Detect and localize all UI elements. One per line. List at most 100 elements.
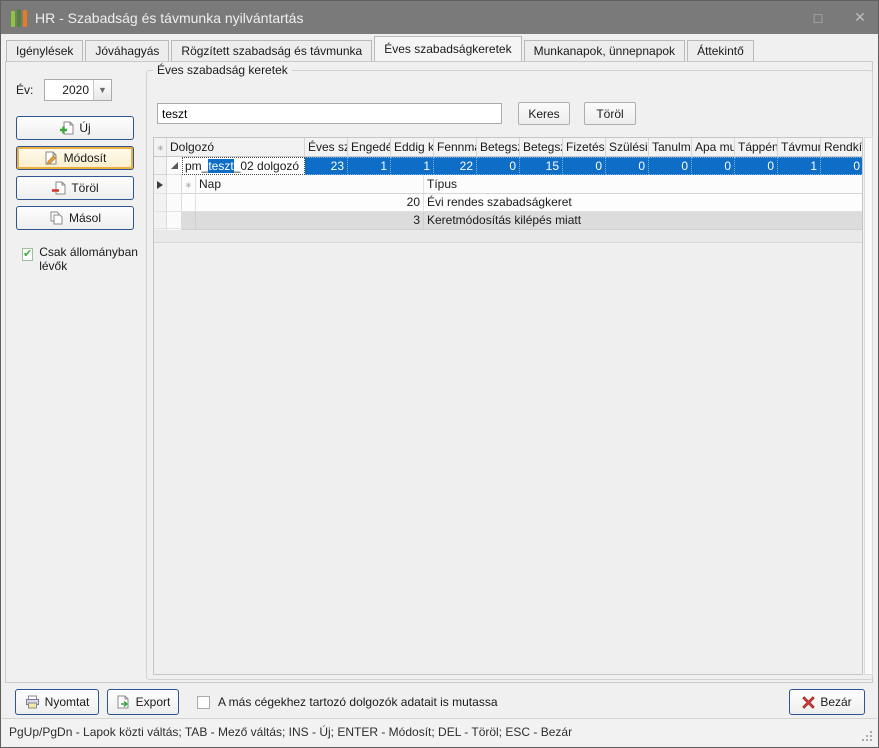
close-button[interactable]: Bezár [789, 689, 865, 715]
copy-pages-icon [49, 211, 64, 225]
maximize-icon[interactable]: □ [808, 10, 828, 26]
tab-rogzitett-szabadsag[interactable]: Rögzített szabadság és távmunka [171, 40, 372, 61]
title-bar: HR - Szabadság és távmunka nyilvántartás… [1, 1, 878, 34]
value-cell[interactable]: 23 [305, 157, 348, 175]
detail-nap-cell[interactable]: 3 [196, 212, 424, 230]
detail-header-row: ✳ Nap Típus [182, 175, 863, 194]
export-icon [116, 695, 131, 709]
column-header[interactable]: Rendkív [821, 138, 863, 157]
chevron-down-icon[interactable]: ▼ [93, 80, 111, 100]
grid-header-row: ✳ Dolgozó Éves sza Engedél Eddig kiv Fen… [154, 138, 863, 157]
other-companies-checkbox-row: A más cégekhez tartozó dolgozók adatait … [197, 695, 498, 709]
column-header[interactable]: Fizetés n [563, 138, 606, 157]
column-header-dolgozo[interactable]: Dolgozó [167, 138, 305, 157]
only-active-checkbox[interactable]: ✔ [22, 248, 33, 261]
value-cell[interactable]: 0 [649, 157, 692, 175]
employee-name-cell[interactable]: pm_teszt_02 dolgozó [182, 157, 305, 175]
name-prefix: pm_ [185, 159, 208, 173]
column-header[interactable]: Tanulmá [649, 138, 692, 157]
tab-eves-szabadsagkeretek[interactable]: Éves szabadságkeretek [374, 36, 521, 61]
detail-tipus-cell[interactable]: Évi rendes szabadságkeret [424, 194, 863, 212]
copy-button-label: Másol [69, 211, 101, 225]
column-header[interactable]: Távmunk [778, 138, 821, 157]
name-suffix: _02 dolgozó [234, 159, 299, 173]
column-header[interactable]: Apa mur [692, 138, 735, 157]
value-cell[interactable]: 1 [348, 157, 391, 175]
only-active-checkbox-label: Csak állományban lévők [39, 245, 140, 273]
close-button-label: Bezár [820, 695, 851, 709]
delete-page-icon [51, 181, 66, 195]
year-row: Év: 2020 ▼ [16, 79, 112, 101]
modify-button[interactable]: Módosít [16, 146, 134, 170]
only-active-checkbox-row: ✔ Csak állományban lévők [22, 245, 140, 273]
copy-button[interactable]: Másol [16, 206, 134, 230]
tab-attekinto[interactable]: Áttekintő [687, 40, 754, 61]
column-header[interactable]: Szülési s [606, 138, 649, 157]
other-companies-checkbox[interactable] [197, 696, 210, 709]
year-value: 2020 [45, 83, 93, 97]
export-button-label: Export [136, 695, 171, 709]
status-text: PgUp/PgDn - Lapok közti váltás; TAB - Me… [9, 725, 572, 739]
value-cell[interactable]: 0 [563, 157, 606, 175]
column-header[interactable]: Betegsz [477, 138, 520, 157]
detail-column-tipus[interactable]: Típus [424, 175, 863, 194]
search-button[interactable]: Keres [518, 102, 570, 125]
value-cell[interactable]: 0 [692, 157, 735, 175]
column-header[interactable]: Eddig kiv [391, 138, 434, 157]
print-button[interactable]: Nyomtat [15, 689, 99, 715]
expand-strip [167, 175, 182, 230]
column-header[interactable]: Fennma [434, 138, 477, 157]
year-label: Év: [16, 83, 44, 97]
detail-nap-cell[interactable]: 20 [196, 194, 424, 212]
print-button-label: Nyomtat [45, 695, 90, 709]
collapse-detail-button[interactable] [167, 157, 182, 175]
tab-page: Év: 2020 ▼ Új Módosít [5, 61, 873, 683]
resize-grip[interactable] [860, 729, 872, 741]
detail-row[interactable]: 20 Évi rendes szabadságkeret [182, 194, 863, 212]
column-header[interactable]: Betegsza [520, 138, 563, 157]
value-cell[interactable]: 0 [821, 157, 863, 175]
value-cell[interactable]: 1 [391, 157, 434, 175]
row-indicator-cell [154, 157, 167, 175]
new-button-label: Új [79, 121, 90, 135]
leave-grid[interactable]: ✳ Dolgozó Éves sza Engedél Eddig kiv Fen… [153, 137, 863, 675]
printer-icon [25, 695, 40, 709]
grid-vertical-scrollbar[interactable] [864, 137, 873, 675]
value-cell[interactable]: 1 [778, 157, 821, 175]
tab-munkanapok[interactable]: Munkanapok, ünnepnapok [524, 40, 685, 61]
detail-row[interactable]: 3 Keretmódosítás kilépés miatt [182, 212, 863, 230]
app-icon [11, 9, 27, 27]
delete-button[interactable]: Töröl [16, 176, 134, 200]
app-window: HR - Szabadság és távmunka nyilvántartás… [0, 0, 879, 748]
column-header[interactable]: Engedél [348, 138, 391, 157]
value-cell[interactable]: 15 [520, 157, 563, 175]
year-combobox[interactable]: 2020 ▼ [44, 79, 112, 101]
search-input[interactable] [157, 103, 502, 124]
expanded-triangle-icon [171, 162, 178, 169]
new-button[interactable]: Új [16, 116, 134, 140]
close-icon[interactable]: ✕ [850, 9, 870, 26]
detail-row-indicator [182, 194, 196, 212]
status-bar: PgUp/PgDn - Lapok közti váltás; TAB - Me… [2, 718, 877, 745]
red-x-icon [802, 696, 815, 709]
clear-search-button[interactable]: Töröl [584, 102, 636, 125]
annual-leave-groupbox: Éves szabadság keretek Keres Töröl ✳ Dol… [146, 70, 873, 680]
tab-igenylesek[interactable]: Igénylések [6, 40, 83, 61]
value-cell[interactable]: 0 [735, 157, 778, 175]
column-header[interactable]: Táppénz [735, 138, 778, 157]
tab-jovahagyas[interactable]: Jóváhagyás [85, 40, 169, 61]
other-companies-checkbox-label: A más cégekhez tartozó dolgozók adatait … [218, 695, 498, 709]
groupbox-title: Éves szabadság keretek [153, 63, 292, 77]
value-cell[interactable]: 0 [606, 157, 649, 175]
column-header[interactable]: Éves sza [305, 138, 348, 157]
delete-button-label: Töröl [71, 181, 98, 195]
value-cell[interactable]: 0 [477, 157, 520, 175]
detail-column-nap[interactable]: Nap [196, 175, 424, 194]
value-cell[interactable]: 22 [434, 157, 477, 175]
focused-row-arrow-icon [157, 181, 163, 189]
employee-row-selected[interactable]: pm_teszt_02 dolgozó 23 1 1 22 0 15 0 0 0… [154, 157, 863, 175]
detail-tipus-cell[interactable]: Keretmódosítás kilépés miatt [424, 212, 863, 230]
window-title: HR - Szabadság és távmunka nyilvántartás [35, 10, 303, 26]
export-button[interactable]: Export [107, 689, 179, 715]
name-search-highlight: teszt [208, 159, 233, 173]
